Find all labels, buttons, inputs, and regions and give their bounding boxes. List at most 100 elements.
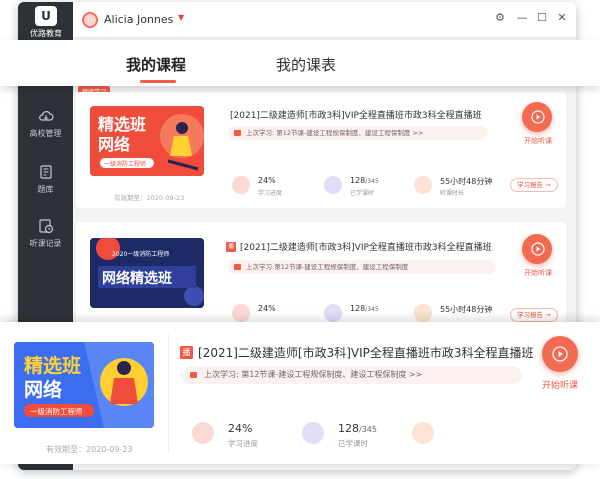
stage: U 优路教育 高校管理 题库 听课记录 Alicia Jonnes ▼ ⚙ — … [0,0,600,479]
thumb-line1: 网络精选班 [102,270,172,287]
sidebar-item-label: 题库 [37,185,54,194]
course-title[interactable]: [2021]二级建造师[市政3科]VIP全程直播班市政3科全程直播班 [198,344,534,361]
last-study-prefix: 上次学习: [204,370,239,379]
sidebar-item-label: 高校管理 [29,129,62,138]
arrow-right-icon: → [545,181,551,189]
thumb-sub: 一级消防工程师 [104,160,146,168]
thumb-line1: 精选班 [98,115,146,134]
last-study-link[interactable]: 上次学习: 第12节课-建设工程规保制度、建设工程保制度 >> [228,126,488,140]
live-tag-icon: 播 [180,346,193,359]
study-report-button[interactable]: 学习报告 → [510,178,558,192]
last-study-text: 第12节课-建设工程规保制度、建设工程保制度 >> [241,370,423,379]
course-card: 2020一级消防工程师 网络精选班 播 [2021]二级建造师[市政3科]VIP… [76,222,566,332]
course-title[interactable]: [2021]二级建造师[市政3科]VIP全程直播班市政3科全程直播班 [230,108,482,121]
progress-value: 24% [258,176,276,185]
duration-icon [414,176,432,194]
hours-stat: 128/345 已学课时 [302,422,402,452]
app-logo[interactable]: U 优路教育 [28,6,64,40]
hours-icon [302,422,324,444]
hours-label: 已学课时 [350,190,375,197]
duration-value: 55小时48分钟 [440,177,493,186]
duration-icon [412,422,434,444]
thumbnail-art-icon: 精选班 网络 一级消防工程师 [14,342,154,428]
duration-label: 听课时长 [440,190,465,197]
arrow-right-icon: → [545,311,551,319]
avatar[interactable] [82,12,98,28]
active-tab-indicator [140,80,176,83]
user-name[interactable]: Alicia Jonnes [104,13,173,26]
hours-stat: 128/345 已学课时 [324,176,404,202]
progress-icon [192,422,214,444]
last-study-text: 上次学习:第12节课-建设工程规保制度、建设工程保制度 [246,263,409,271]
report-label: 学习报告 [517,311,543,319]
play-icon [552,346,568,362]
hours-icon [324,304,342,322]
course-card: 精选班 网络 一级消防工程师 有效期至：2020-09-23 [2021]二级建… [76,92,566,208]
start-lesson-label[interactable]: 开始听课 [536,378,584,391]
maximize-icon[interactable]: ☐ [534,11,550,24]
logo-text: 优路教育 [30,29,62,38]
book-small-icon [234,130,241,136]
progress-stat: 24% 学习进度 [232,176,302,202]
play-button[interactable] [542,336,578,372]
course-title[interactable]: [2021]二级建造师[市政3科]VIP全程直播班市政3科全程直播班 [240,240,492,253]
course-thumbnail[interactable]: 精选班 网络 一级消防工程师 [14,342,154,428]
duration-stat [412,422,436,452]
play-icon [531,110,545,124]
report-label: 学习报告 [517,181,543,189]
play-button[interactable] [522,102,552,132]
progress-value: 24% [228,422,253,435]
play-icon [531,242,545,256]
duration-value: 55小时48分钟 [440,305,493,314]
play-button[interactable] [522,234,552,264]
sidebar-item-label: 听课记录 [29,239,62,248]
sidebar-item-question-bank[interactable]: 题库 [18,164,73,195]
thumb-line1: 精选班 [24,354,81,377]
thumb-line2: 网络 [98,135,130,154]
hours-label: 已学课时 [338,439,368,448]
sidebar-item-school[interactable]: 高校管理 [18,108,73,139]
study-report-button[interactable]: 学习报告 → [510,308,558,322]
thumb-sub: 一级消防工程师 [30,406,83,416]
book-small-icon [190,372,197,378]
logo-mark-icon: U [35,6,57,26]
last-study-link[interactable]: 上次学习: 第12节课-建设工程规保制度、建设工程保制度 >> [182,366,522,384]
caret-down-icon[interactable]: ▼ [178,13,184,22]
course-thumbnail[interactable]: 精选班 网络 一级消防工程师 [90,106,204,176]
expiry-date: 有效期至：2020-09-23 [46,445,133,454]
progress-icon [232,176,250,194]
minimize-icon[interactable]: — [514,11,530,24]
hours-icon [324,176,342,194]
cloud-icon [38,111,54,121]
progress-stat: 24% 学习进度 [192,422,282,452]
tabs-bar: 我的课程 我的课表 [0,40,600,86]
last-study-link[interactable]: 上次学习:第12节课-建设工程规保制度、建设工程保制度 [228,260,496,274]
hours-value: 128/345 [338,422,377,435]
course-thumbnail[interactable]: 2020一级消防工程师 网络精选班 [90,238,204,308]
live-tag-icon: 播 [226,242,236,252]
book-small-icon [234,264,241,270]
settings-icon[interactable]: ⚙ [492,11,508,24]
last-study-prefix: 上次学习: [246,129,275,137]
tab-my-courses[interactable]: 我的课程 [126,54,186,75]
close-icon[interactable]: ✕ [554,11,570,24]
start-lesson-label[interactable]: 开始听课 [518,268,558,278]
divider [168,334,169,452]
last-study-text: 第12节课-建设工程规保制度、建设工程保制度 >> [276,129,424,137]
duration-stat: 55小时48分钟 听课时长 [414,176,504,202]
hours-value: 128/345 [350,176,379,185]
sidebar-item-history[interactable]: 听课记录 [18,218,73,249]
hours-value: 128/345 [350,304,379,313]
clock-record-icon [38,219,53,234]
thumbnail-art-icon: 2020一级消防工程师 网络精选班 [90,238,204,308]
thumb-line2: 网络 [24,378,62,401]
start-lesson-label[interactable]: 开始听课 [518,136,558,146]
zoomed-course-card: 精选班 网络 一级消防工程师 有效期至：2020-09-23 播 [2021]二… [0,322,600,464]
progress-value: 24% [258,304,276,313]
progress-label: 学习进度 [258,190,283,197]
thumbnail-art-icon: 精选班 网络 一级消防工程师 [90,106,204,176]
progress-label: 学习进度 [228,439,258,448]
tab-my-schedule[interactable]: 我的课表 [276,54,336,75]
duration-icon [414,304,432,322]
expiry-date: 有效期至：2020-09-23 [114,194,185,202]
